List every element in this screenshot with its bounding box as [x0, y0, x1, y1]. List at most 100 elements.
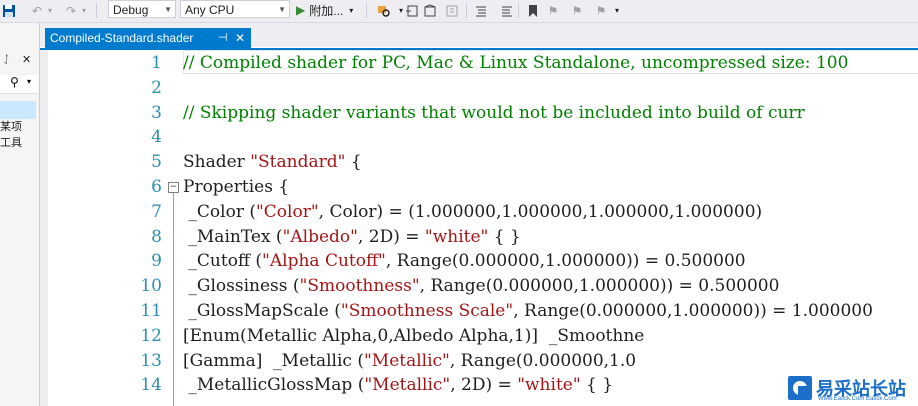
next-bookmark-icon[interactable]: ⚑ — [570, 1, 584, 20]
line-number: 1 — [151, 53, 162, 73]
editor-margin — [40, 50, 48, 406]
code-line[interactable]: _Color ("Color", Color) = (1.000000,1.00… — [183, 200, 762, 224]
line-number: 6 — [151, 177, 162, 197]
start-label: 附加... — [309, 3, 344, 18]
tab-title: Compiled-Standard.shader — [50, 31, 194, 45]
code-editor[interactable]: 1 // Compiled shader for PC, Mac & Linux … — [40, 50, 918, 406]
code-line[interactable]: _Glossiness ("Smoothness", Range(0.00000… — [183, 274, 779, 298]
code-comment: // Compiled shader for PC, Mac & Linux S… — [183, 53, 849, 73]
tool-window-header: ᛇ ✕ — [0, 53, 39, 69]
redo-dropdown-icon[interactable]: ▾ — [80, 1, 88, 20]
platform-combo[interactable]: Any CPU ▼ — [180, 0, 290, 18]
code-string: "Metallic" — [363, 350, 450, 371]
toolbar-separator — [518, 3, 519, 18]
code-text: { } — [488, 226, 521, 247]
chevron-down-icon[interactable]: ▾ — [612, 1, 622, 20]
left-tool-window: ᛇ ✕ ⚲ ▾ 某项 工具 — [0, 23, 40, 406]
watermark-logo-icon — [788, 376, 812, 400]
code-text: { — [345, 152, 362, 173]
code-line[interactable]: // Skipping shader variants that would n… — [183, 101, 805, 125]
code-string: "white" — [517, 375, 581, 396]
code-string: "Standard" — [250, 152, 346, 173]
code-line[interactable]: [Enum(Metallic Alpha,0,Albedo Alpha,1)] … — [183, 324, 644, 348]
chevron-down-icon: ▾ — [349, 5, 354, 15]
line-number: 7 — [151, 201, 162, 222]
code-text: , 2D) = — [357, 226, 425, 247]
toolbar-separator — [466, 3, 467, 18]
code-text: _Cutoff ( — [183, 251, 263, 272]
fold-guide — [173, 193, 174, 406]
previous-bookmark-icon[interactable]: ⚑ — [546, 1, 560, 20]
selected-tree-item[interactable] — [0, 101, 36, 119]
search-icon[interactable]: ⚲ — [10, 75, 19, 89]
line-number: 5 — [151, 152, 162, 173]
line-number: 10 — [140, 276, 162, 297]
code-text: , Color) = (1.000000,1.000000,1.000000,1… — [318, 201, 763, 222]
configuration-value: Debug — [113, 3, 149, 17]
window-icon[interactable] — [444, 1, 460, 20]
code-comment: // Skipping shader variants that would n… — [183, 102, 805, 123]
tab-compiled-standard-shader[interactable]: Compiled-Standard.shader ⊣ ✕ — [45, 28, 251, 48]
chevron-down-icon[interactable]: ▾ — [27, 77, 31, 86]
search-box[interactable]: ⚲ ▾ — [0, 75, 38, 94]
configuration-combo[interactable]: Debug ▼ — [108, 0, 176, 18]
undo-icon[interactable]: ↶ — [28, 1, 46, 20]
platform-value: Any CPU — [185, 3, 235, 17]
code-text: , Range(0.000000,1.000000)) = 1.000000 — [513, 301, 873, 321]
code-line[interactable]: _MetallicGlossMap ("Metallic", 2D) = "wh… — [183, 373, 613, 397]
code-text: , 2D) = — [450, 375, 518, 396]
line-number: 11 — [140, 301, 162, 321]
code-line[interactable]: _GlossMapScale ("Smoothness Scale", Rang… — [183, 299, 873, 323]
close-tab-icon[interactable]: ✕ — [235, 28, 245, 48]
line-number: 14 — [140, 375, 162, 396]
code-string: "Smoothness" — [299, 276, 420, 297]
code-line[interactable]: [Gamma] _Metallic ("Metallic", Range(0.0… — [183, 349, 636, 373]
save-icon[interactable] — [0, 1, 18, 20]
bookmark-icon[interactable] — [526, 1, 540, 20]
step-icon[interactable] — [404, 1, 420, 20]
line-number: 3 — [151, 102, 162, 123]
code-text: _Glossiness ( — [183, 276, 300, 297]
code-line[interactable]: _Cutoff ("Alpha Cutoff", Range(0.000000,… — [183, 249, 746, 273]
toolbar-separator — [366, 3, 367, 18]
line-number: 4 — [151, 127, 162, 148]
code-text: _MetallicGlossMap ( — [183, 375, 365, 396]
undo-dropdown-icon[interactable]: ▾ — [46, 1, 54, 20]
chevron-down-icon: ▼ — [278, 5, 286, 14]
code-line[interactable]: // Compiled shader for PC, Mac & Linux S… — [183, 51, 848, 75]
watermark-subtitle: Www.Easck.Com Easck.Com — [818, 396, 897, 402]
code-line[interactable]: Shader "Standard" { — [183, 150, 362, 174]
close-icon[interactable]: ✕ — [22, 53, 31, 66]
line-number: 9 — [151, 251, 162, 272]
line-number: 8 — [151, 226, 162, 247]
find-icon[interactable] — [376, 1, 392, 20]
uncomment-icon[interactable] — [500, 1, 514, 20]
code-line[interactable]: Properties { — [183, 175, 289, 199]
code-string: "Albedo" — [282, 226, 358, 247]
code-string: "Alpha Cutoff" — [262, 251, 386, 272]
code-text: , Range(0.000000,1.0 — [449, 350, 637, 371]
comment-icon[interactable] — [474, 1, 488, 20]
redo-icon[interactable]: ↷ — [62, 1, 80, 20]
tool-label-a[interactable]: 某项 — [0, 118, 22, 134]
collapse-icon[interactable]: − — [168, 182, 179, 193]
tool-label-b[interactable]: 工具 — [0, 134, 22, 150]
breakpoint-icon[interactable] — [422, 1, 438, 20]
code-text: _MainTex ( — [183, 226, 283, 247]
code-text: Properties { — [183, 177, 290, 197]
code-string: "white" — [424, 226, 489, 247]
clear-bookmarks-icon[interactable]: ⚑ — [594, 1, 608, 20]
pin-icon[interactable]: ᛇ — [3, 53, 10, 66]
pin-tab-icon[interactable]: ⊣ — [218, 28, 228, 48]
main-toolbar: ↶ ▾ ↷ ▾ Debug ▼ Any CPU ▼ ▶ 附加... ▾ ▾ ⚑ … — [0, 0, 918, 23]
code-text: , Range(0.000000,1.000000)) = 0.500000 — [385, 251, 746, 272]
code-string: "Color" — [255, 201, 319, 222]
code-string: "Smoothness Scale" — [340, 301, 514, 321]
code-line[interactable]: _MainTex ("Albedo", 2D) = "white" { } — [183, 225, 521, 249]
code-text: , Range(0.000000,1.000000)) = 0.500000 — [419, 276, 780, 297]
play-icon: ▶ — [296, 3, 306, 17]
code-text: { } — [580, 375, 614, 396]
start-button[interactable]: ▶ 附加... ▾ — [296, 0, 353, 20]
code-text: _GlossMapScale ( — [183, 301, 341, 321]
code-text: [Enum(Metallic Alpha,0,Albedo Alpha,1)] … — [183, 325, 645, 346]
